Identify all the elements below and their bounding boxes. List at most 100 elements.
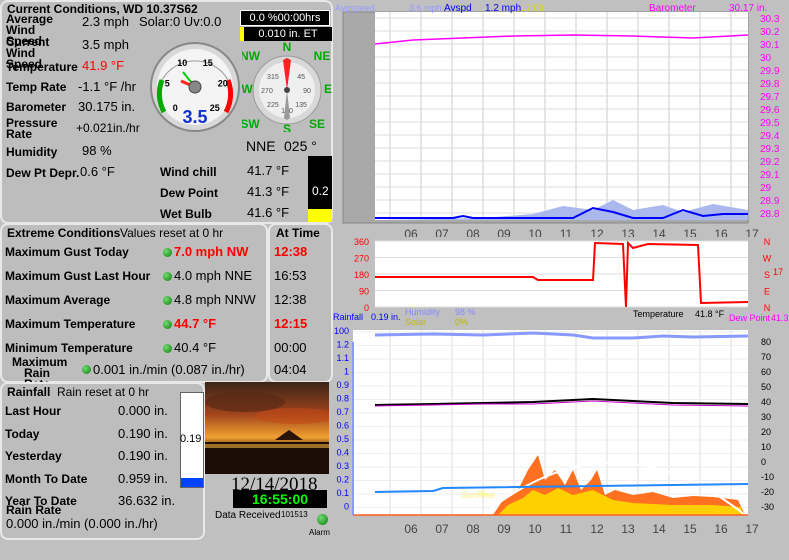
dew-depression-value: 0.6 °F: [80, 164, 115, 179]
top-legend-avspd-value: 1.2 mph: [485, 3, 521, 14]
rain-row-value: 0.000 in.: [118, 403, 168, 418]
rain-row-value: 36.632 in.: [118, 493, 176, 508]
bot-left-tick: 1: [344, 367, 349, 377]
mid-dew-value: 41.3: [771, 313, 789, 323]
top-right-tick: 30.2: [760, 27, 780, 38]
extreme-row-value: 0.001 in./min (0.087 in./hr): [93, 362, 245, 377]
extreme-row-indicator: [163, 296, 172, 305]
compass-degree-label: 135: [295, 102, 307, 109]
cur-wind-value: 3.5 mph: [82, 37, 129, 52]
rainfall-panel: Rainfall Rain reset at 0 hr Last Hour 0.0…: [0, 382, 205, 540]
data-received-label: Data Received: [215, 510, 281, 521]
gauge-tick-label: 10: [177, 58, 187, 68]
top-right-tick: 29: [760, 183, 772, 194]
wet-bulb-label: Wet Bulb: [160, 207, 212, 221]
graphs-svg: Avgspeed 3.6 mph Avspd 1.2 mph 17:00 Baromete…: [333, 3, 789, 536]
extreme-row-label: Minimum Temperature: [5, 341, 133, 355]
humidity-value: 98 %: [82, 143, 112, 158]
bot-x-tick: 13: [621, 522, 635, 536]
bot-x-tick: 15: [683, 522, 697, 536]
extreme-row-value: 4.8 mph NNW: [174, 292, 256, 307]
bot-left-tick: 0.5: [336, 434, 349, 444]
evap-box: 0.0 %00:00hrs: [240, 10, 330, 26]
extreme-row-time: 16:53: [274, 268, 307, 283]
extreme-conditions-panel: Extreme Conditions Values reset at 0 hr …: [0, 223, 268, 390]
compass-degree-label: 45: [297, 74, 305, 81]
rain-bar: 0.19: [180, 392, 204, 488]
extreme-row-indicator: [163, 272, 172, 281]
wind-speed-gauge: 0 5 10 15 20 25 3.5: [150, 42, 240, 132]
bot-left-tick: 0.8: [336, 394, 349, 404]
mid-right-letter: E: [764, 287, 770, 297]
alarm-indicator[interactable]: [317, 514, 328, 525]
mid-left-tick: 0: [364, 303, 369, 313]
extreme-title: Extreme Conditions: [7, 226, 121, 240]
bot-right-tick: 70: [761, 352, 771, 362]
at-time-panel: At Time 12:38 16:53 12:38 12:15 00:00 04:04: [268, 223, 333, 383]
compass-degree-label: 225: [267, 102, 279, 109]
time-display: 16:55:00: [233, 490, 327, 508]
extreme-row-value: 40.4 °F: [174, 340, 217, 355]
extreme-row-time: 12:15: [274, 316, 308, 331]
wind-direction-compass: N NE E SE S SW W NW 2703154590135225180: [242, 40, 332, 132]
extreme-row-value: 4.0 mph NNE: [174, 268, 253, 283]
top-right-tick: 30: [760, 53, 772, 64]
mid-left-tick: 180: [354, 270, 369, 280]
status-area: 12/14/2018 16:55:00 Data Received 101513…: [205, 382, 333, 540]
bot-x-tick: 11: [560, 522, 573, 536]
wind-direction-degrees: 025 °: [284, 138, 317, 154]
barometer-value: 30.175 in.: [78, 99, 136, 114]
data-received-count: 101513: [281, 510, 308, 519]
bot-x-tick: 08: [466, 522, 480, 536]
avg-wind-value: 2.3 mph: [82, 14, 129, 29]
top-legend-label: Avgspeed: [335, 3, 375, 13]
bot-x-tick: 14: [652, 522, 666, 536]
temp-rate-value: -1.1 °F /hr: [78, 79, 136, 94]
pressure-rate-label: Pressure Rate: [6, 116, 58, 141]
top-graph-plot: [375, 12, 748, 220]
bot-legend-rain: Rainfall: [333, 312, 363, 322]
wind-direction-text: NNE: [246, 138, 276, 154]
graph-area: Avgspeed 3.6 mph Avspd 1.2 mph 17:00 Baromete…: [333, 0, 789, 560]
bot-x-tick: 07: [435, 522, 449, 536]
compass-ne: NE: [314, 49, 331, 63]
bot-right-tick: 40: [761, 397, 771, 407]
top-right-tick: 28.9: [760, 196, 780, 207]
bot-x-tick: 06: [404, 522, 418, 536]
mid-dew-label: Dew Point: [729, 313, 771, 323]
bot-right-tick: 60: [761, 367, 771, 377]
top-right-tick: 29.6: [760, 105, 780, 116]
rain-bar-value: 0.19: [180, 433, 202, 445]
bot-right-tick: 50: [761, 382, 771, 392]
bot-right-tick: 10: [761, 442, 771, 452]
mid-left-tick: 360: [354, 237, 369, 247]
wind-chill-value: 41.7 °F: [247, 163, 290, 178]
bot-right-tick: -10: [761, 472, 774, 482]
extreme-row-time: 12:38: [274, 244, 308, 259]
extreme-row-time: 00:00: [274, 340, 307, 355]
extreme-reset-note: Values reset at 0 hr: [120, 226, 224, 240]
top-legend-baro: Barometer: [649, 3, 696, 14]
rain-rate-label: Rain Rate: [6, 503, 62, 517]
top-right-tick: 29.4: [760, 131, 780, 142]
bot-x-tick: 16: [714, 522, 728, 536]
bot-left-tick: 100: [334, 326, 349, 336]
bot-legend-humidity: Humidity: [405, 307, 441, 317]
top-legend-value: 3.6 mph: [409, 3, 442, 13]
top-right-tick: 29.2: [760, 157, 780, 168]
bot-left-tick: 0: [344, 502, 349, 512]
temp-rate-label: Temp Rate: [6, 80, 67, 94]
compass-w: W: [242, 82, 253, 96]
rain-row-label: Last Hour: [5, 404, 62, 418]
gauge-tick-label: 0: [173, 103, 178, 113]
mid-temp-label: Temperature: [633, 309, 684, 319]
temperature-value: 41.9 °F: [82, 58, 125, 73]
top-right-tick: 29.5: [760, 118, 780, 129]
humidity-label: Humidity: [6, 145, 58, 159]
mid-right-letter: N: [764, 237, 771, 247]
rain-row-value: 0.190 in.: [118, 448, 168, 463]
bot-x-tick: 10: [528, 522, 542, 536]
bot-left-tick: 0.3: [336, 461, 349, 471]
dew-point-label: Dew Point: [160, 186, 219, 200]
extreme-row-indicator: [163, 248, 172, 257]
